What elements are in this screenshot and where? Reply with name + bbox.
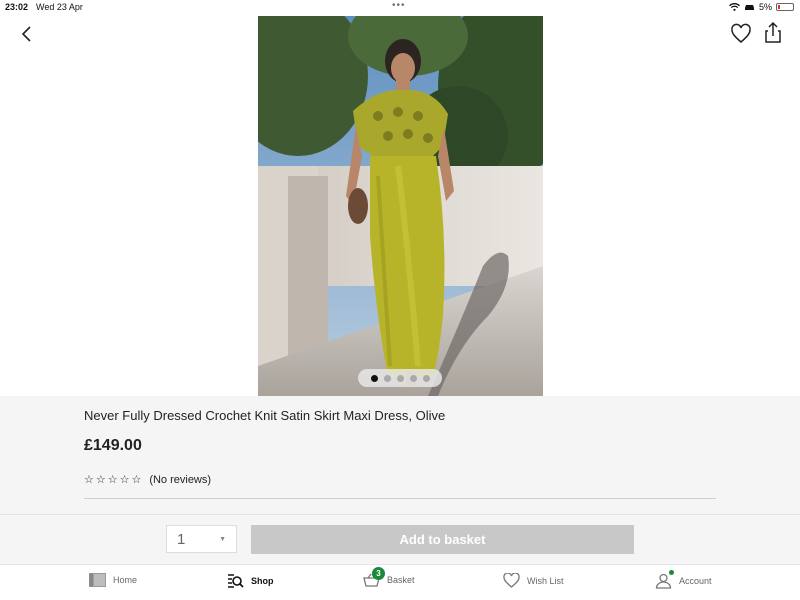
product-image[interactable] bbox=[258, 16, 543, 396]
car-icon bbox=[744, 5, 754, 10]
status-date: Wed 23 Apr bbox=[36, 2, 83, 12]
status-time: 23:02 bbox=[5, 2, 29, 12]
tab-home-label: Home bbox=[113, 575, 138, 585]
multitasking-dots[interactable]: ••• bbox=[392, 0, 406, 11]
heart-icon bbox=[503, 573, 520, 588]
status-bar: 23:02 Wed 23 Apr ••• 5% bbox=[0, 0, 800, 15]
tab-shop[interactable]: Shop bbox=[227, 573, 274, 589]
tab-account-label: Account bbox=[679, 576, 712, 586]
quantity-value: 1 bbox=[177, 530, 186, 548]
quantity-select[interactable]: 1 ▼ bbox=[166, 525, 237, 553]
product-info: Never Fully Dressed Crochet Knit Satin S… bbox=[0, 396, 800, 514]
pager-dot-1[interactable] bbox=[370, 374, 378, 382]
purchase-bar: 1 ▼ Add to basket bbox=[0, 514, 800, 564]
account-icon bbox=[655, 573, 672, 589]
tab-home[interactable]: Home bbox=[89, 573, 137, 587]
shop-search-icon bbox=[228, 574, 244, 588]
wishlist-heart-icon[interactable] bbox=[730, 23, 752, 45]
product-price: £149.00 bbox=[84, 437, 142, 454]
basket-count-badge: 3 bbox=[372, 567, 385, 580]
pager-dot-3[interactable] bbox=[396, 374, 404, 382]
share-icon[interactable] bbox=[762, 21, 784, 45]
pager-dot-5[interactable] bbox=[422, 374, 430, 382]
account-status-dot bbox=[669, 570, 674, 575]
battery-percent: 5% bbox=[758, 2, 772, 12]
divider bbox=[84, 498, 716, 499]
product-rating[interactable]: ☆☆☆☆☆ (No reviews) bbox=[84, 473, 212, 487]
tab-account[interactable]: Account bbox=[655, 570, 712, 589]
product-title: Never Fully Dressed Crochet Knit Satin S… bbox=[84, 408, 446, 423]
add-to-basket-button[interactable]: Add to basket bbox=[251, 525, 634, 554]
basket-icon-wrap: 3 bbox=[363, 567, 385, 587]
account-icon-wrap bbox=[655, 570, 674, 589]
pager-dot-4[interactable] bbox=[409, 374, 417, 382]
back-chevron-icon[interactable] bbox=[16, 23, 38, 45]
review-count: (No reviews) bbox=[149, 473, 212, 486]
tab-basket[interactable]: 3 Basket bbox=[363, 567, 415, 587]
wifi-icon bbox=[729, 3, 740, 11]
status-indicators: 5% bbox=[729, 2, 794, 12]
rating-stars-icon: ☆☆☆☆☆ bbox=[84, 474, 144, 486]
tab-wishlist[interactable]: Wish List bbox=[503, 573, 564, 588]
bottom-tab-bar: Home Shop 3 Basket Wish List Account bbox=[0, 564, 800, 600]
battery-icon bbox=[776, 3, 794, 11]
image-carousel-pager[interactable] bbox=[358, 369, 442, 387]
tab-basket-label: Basket bbox=[387, 575, 415, 585]
pager-dot-2[interactable] bbox=[383, 374, 391, 382]
tab-shop-label: Shop bbox=[251, 576, 274, 586]
chevron-down-icon: ▼ bbox=[219, 535, 226, 543]
tab-wishlist-label: Wish List bbox=[527, 575, 564, 586]
home-icon bbox=[89, 573, 106, 587]
product-photo bbox=[258, 16, 543, 396]
